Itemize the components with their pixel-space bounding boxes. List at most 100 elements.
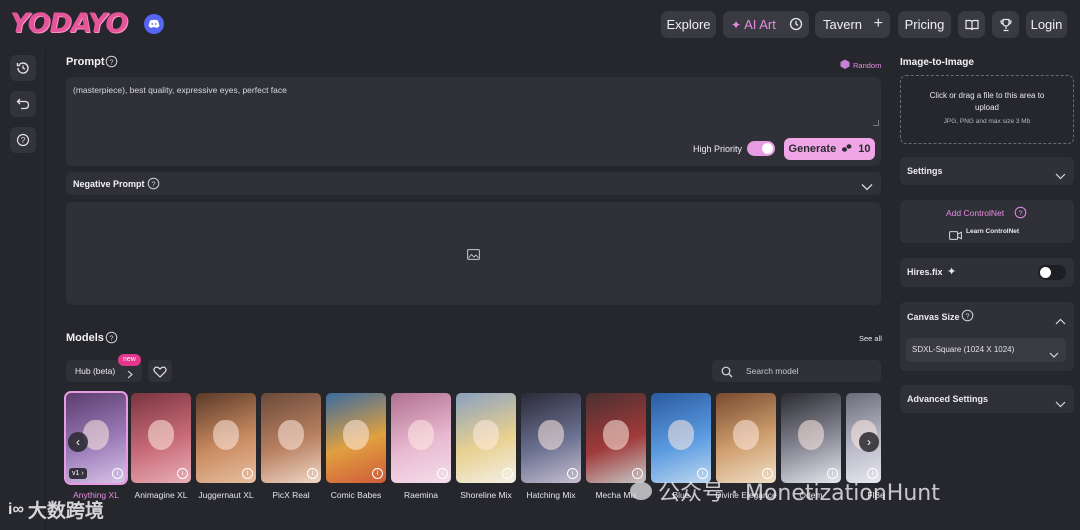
prompt-textarea[interactable]: (masterpiece), best quality, expressive …	[73, 85, 287, 95]
model-card[interactable]: i	[586, 393, 646, 483]
model-thumbnail-image	[798, 420, 824, 450]
svg-text:?: ?	[965, 311, 969, 320]
model-thumbnail-image	[343, 420, 369, 450]
info-icon[interactable]: i	[372, 468, 383, 479]
toggle-knob	[762, 143, 773, 154]
model-card[interactable]: i	[131, 393, 191, 483]
generate-label: Generate	[788, 143, 837, 155]
help-icon[interactable]: ?	[105, 55, 118, 73]
sparkle-icon: ✦	[731, 17, 742, 32]
trophy-icon[interactable]	[992, 11, 1019, 38]
watermark-right: 公众号 · MonetizationHunt	[630, 475, 940, 507]
heart-icon	[153, 365, 167, 383]
svg-text:?: ?	[109, 333, 113, 342]
random-label: Random	[853, 60, 882, 70]
generate-button[interactable]: Generate 10	[784, 138, 875, 160]
help-icon[interactable]: ?	[105, 331, 118, 349]
info-icon[interactable]: i	[437, 468, 448, 479]
left-rail: ?	[0, 50, 46, 530]
sparkle-icon: ✦	[947, 266, 957, 278]
upload-dropzone[interactable]: Click or drag a file to this area to upl…	[900, 75, 1074, 144]
plus-icon[interactable]: +	[874, 15, 883, 33]
model-card[interactable]: i	[261, 393, 321, 483]
model-name: Comic Babes	[330, 490, 382, 500]
hub-label: Hub (beta)	[75, 366, 116, 376]
dice-icon	[840, 56, 850, 74]
ai-art-button[interactable]: ✦ AI Art	[723, 11, 809, 38]
pricing-button[interactable]: Pricing	[898, 11, 951, 38]
toggle-knob	[1040, 267, 1051, 278]
history-icon[interactable]	[10, 55, 36, 81]
model-card[interactable]: i	[521, 393, 581, 483]
help-icon[interactable]: ?	[147, 177, 160, 195]
model-card[interactable]: i	[456, 393, 516, 483]
model-name: Animagine XL	[134, 490, 188, 500]
undo-icon[interactable]	[10, 91, 36, 117]
history-icon[interactable]	[789, 17, 803, 31]
controlnet-panel: Add ControlNet ? Learn ControlNet	[900, 200, 1074, 243]
canvas-size-label: Canvas Size	[907, 312, 960, 322]
info-icon[interactable]: i	[112, 468, 123, 479]
chevron-up-icon[interactable]	[1055, 312, 1066, 330]
canvas-size-select[interactable]: SDXL-Square (1024 X 1024)	[906, 338, 1066, 362]
model-name: Raemina	[403, 490, 439, 500]
info-icon[interactable]: i	[502, 468, 513, 479]
add-controlnet-button[interactable]: Add ControlNet	[946, 208, 1004, 218]
chevron-right-icon	[127, 366, 133, 384]
random-button[interactable]: Random	[840, 56, 881, 74]
model-card[interactable]: i	[781, 393, 841, 483]
yodayo-logo[interactable]: YODAYO	[10, 8, 128, 39]
image-icon	[467, 247, 480, 265]
info-icon[interactable]: i	[242, 468, 253, 479]
image-preview-area	[66, 202, 881, 305]
model-card[interactable]: i	[716, 393, 776, 483]
search-model-placeholder: Search model	[746, 366, 799, 376]
model-thumbnail-image	[278, 420, 304, 450]
help-icon[interactable]: ?	[1014, 206, 1027, 224]
search-model-field[interactable]: Search model	[712, 360, 881, 382]
book-icon[interactable]	[958, 11, 985, 38]
model-name: Juggernaut XL	[198, 490, 254, 500]
model-thumbnail-image	[408, 420, 434, 450]
info-icon[interactable]: i	[307, 468, 318, 479]
chevron-down-icon	[1055, 167, 1066, 185]
model-card[interactable]: i	[326, 393, 386, 483]
model-thumbnail-image	[538, 420, 564, 450]
advanced-settings-label: Advanced Settings	[907, 394, 989, 404]
favorites-button[interactable]	[148, 360, 172, 382]
upload-hint: JPG, PNG and max size 3 Mb	[943, 118, 1031, 125]
carousel-next-button[interactable]: ›	[859, 432, 879, 452]
high-priority-toggle[interactable]	[747, 141, 775, 156]
tavern-button[interactable]: Tavern +	[815, 11, 890, 38]
help-icon[interactable]: ?	[10, 127, 36, 153]
model-thumbnail-image	[148, 420, 174, 450]
learn-controlnet-link[interactable]: Learn ControlNet	[966, 228, 1019, 235]
chevron-down-icon[interactable]	[861, 178, 873, 196]
version-badge[interactable]: v1 ›	[69, 468, 87, 479]
info-icon[interactable]: i	[177, 468, 188, 479]
settings-panel[interactable]: Settings	[900, 157, 1074, 185]
hires-fix-label: Hires.fix	[907, 267, 943, 277]
see-all-link[interactable]: See all	[859, 334, 882, 343]
model-card[interactable]: i	[391, 393, 451, 483]
info-icon[interactable]: i	[567, 468, 578, 479]
model-name: Shoreline Mix	[460, 490, 512, 500]
model-thumbnail-image	[473, 420, 499, 450]
resize-handle-icon[interactable]	[873, 120, 879, 126]
svg-text:?: ?	[151, 179, 155, 188]
model-card[interactable]: i	[651, 393, 711, 483]
negative-prompt-header[interactable]: Negative Prompt ?	[66, 172, 881, 195]
hires-fix-toggle[interactable]	[1038, 265, 1066, 280]
discord-icon[interactable]	[144, 14, 164, 34]
help-icon[interactable]: ?	[961, 309, 974, 327]
hires-fix-panel: Hires.fix ✦	[900, 258, 1074, 287]
model-name: PicX Real	[272, 490, 310, 500]
prompt-label: Prompt	[66, 56, 105, 68]
advanced-settings-panel[interactable]: Advanced Settings	[900, 385, 1074, 413]
explore-button[interactable]: Explore	[661, 11, 716, 38]
login-button[interactable]: Login	[1026, 11, 1067, 38]
models-label: Models	[66, 332, 104, 344]
model-thumbnail-image	[733, 420, 759, 450]
carousel-prev-button[interactable]: ‹	[68, 432, 88, 452]
model-card[interactable]: i	[196, 393, 256, 483]
